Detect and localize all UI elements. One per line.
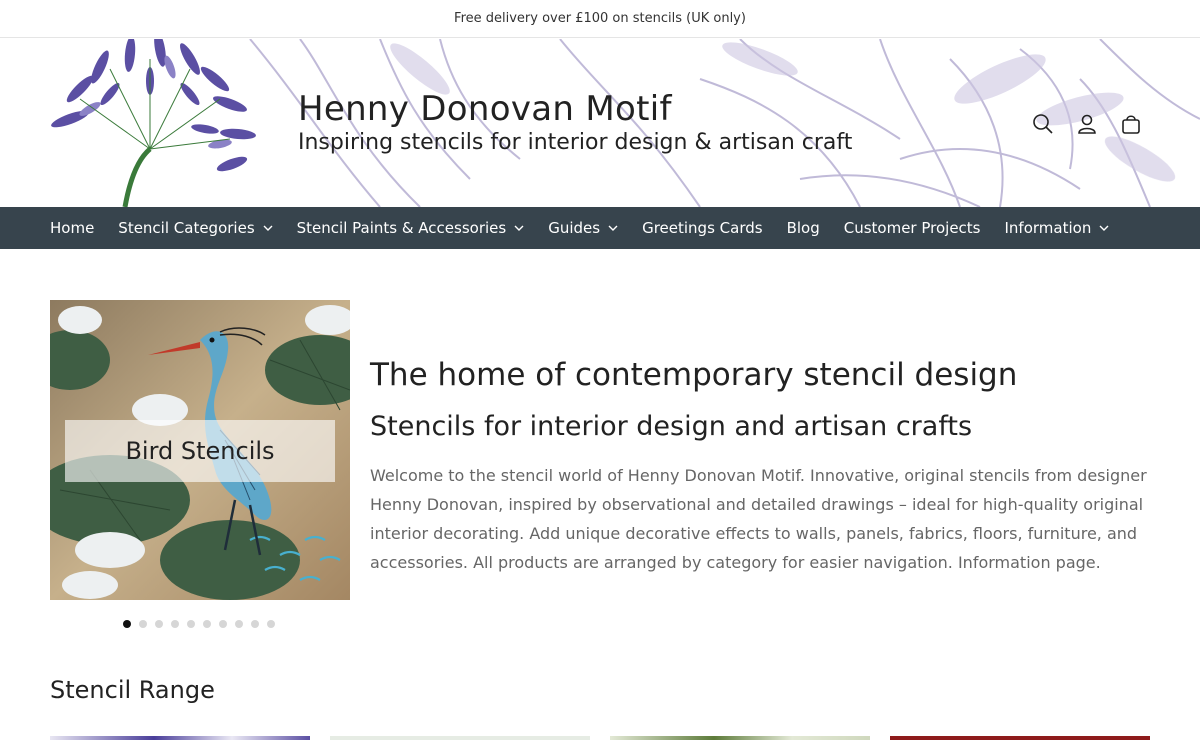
nav-item-stencil-categories[interactable]: Stencil Categories bbox=[118, 219, 273, 237]
site-title[interactable]: Henny Donovan Motif bbox=[298, 89, 852, 129]
hero-slideshow[interactable]: Bird Stencils bbox=[50, 300, 350, 600]
slide-dot-8[interactable] bbox=[235, 620, 243, 628]
nav-item-information[interactable]: Information bbox=[1005, 219, 1110, 237]
nav-label: Information bbox=[1004, 219, 1092, 237]
search-icon[interactable] bbox=[1030, 111, 1056, 137]
chevron-down-icon bbox=[1099, 225, 1109, 231]
logo-flower bbox=[51, 39, 256, 207]
slide-dot-10[interactable] bbox=[267, 620, 275, 628]
site-tagline: Inspiring stencils for interior design &… bbox=[298, 130, 853, 155]
nav-item-guides[interactable]: Guides bbox=[548, 219, 618, 237]
cart-icon[interactable] bbox=[1118, 111, 1144, 137]
dropdown-shadow-remnant bbox=[440, 249, 1040, 255]
nav-label: Stencil Categories bbox=[118, 219, 255, 237]
brand[interactable]: Henny Donovan Motif Inspiring stencils f… bbox=[298, 89, 852, 157]
stencil-range-heading: Stencil Range bbox=[50, 676, 215, 704]
slideshow-dots bbox=[123, 620, 275, 628]
intro-body: Welcome to the stencil world of Henny Do… bbox=[370, 466, 1147, 572]
stencil-range-grid bbox=[50, 736, 1150, 740]
slide-dot-4[interactable] bbox=[171, 620, 179, 628]
chevron-down-icon bbox=[263, 225, 273, 231]
intro-subheading: Stencils for interior design and artisan… bbox=[370, 411, 973, 442]
site-header: Henny Donovan Motif Inspiring stencils f… bbox=[0, 39, 1200, 207]
chevron-down-icon bbox=[608, 225, 618, 231]
slide-dot-7[interactable] bbox=[219, 620, 227, 628]
range-card-4[interactable] bbox=[890, 736, 1150, 740]
announcement-text: Free delivery over £100 on stencils (UK … bbox=[454, 11, 746, 26]
nav-label: Home bbox=[50, 219, 95, 237]
nav-item-stencil-paints[interactable]: Stencil Paints & Accessories bbox=[297, 219, 525, 237]
slide-dot-2[interactable] bbox=[139, 620, 147, 628]
nav-label: Blog bbox=[786, 219, 820, 237]
range-card-3[interactable] bbox=[610, 736, 870, 740]
nav-label: Customer Projects bbox=[843, 219, 981, 237]
nav-item-greetings-cards[interactable]: Greetings Cards bbox=[642, 219, 762, 237]
intro-heading: The home of contemporary stencil design bbox=[370, 357, 1018, 393]
range-card-1[interactable] bbox=[50, 736, 310, 740]
announcement-bar: Free delivery over £100 on stencils (UK … bbox=[0, 0, 1200, 38]
slide-dot-5[interactable] bbox=[187, 620, 195, 628]
nav-item-home[interactable]: Home bbox=[50, 219, 94, 237]
nav-item-customer-projects[interactable]: Customer Projects bbox=[844, 219, 981, 237]
header-icons bbox=[1030, 111, 1144, 137]
slide-dot-3[interactable] bbox=[155, 620, 163, 628]
slide-dot-1[interactable] bbox=[123, 620, 131, 628]
intro-section: The home of contemporary stencil design … bbox=[370, 354, 1160, 577]
nav-label: Guides bbox=[548, 219, 601, 237]
nav-item-blog[interactable]: Blog bbox=[787, 219, 820, 237]
nav-label: Greetings Cards bbox=[642, 219, 763, 237]
slide-dot-9[interactable] bbox=[251, 620, 259, 628]
slide-dot-6[interactable] bbox=[203, 620, 211, 628]
main-navigation: Home Stencil Categories Stencil Paints &… bbox=[0, 207, 1200, 249]
chevron-down-icon bbox=[514, 225, 524, 231]
nav-label: Stencil Paints & Accessories bbox=[296, 219, 507, 237]
account-icon[interactable] bbox=[1074, 111, 1100, 137]
slide-caption[interactable]: Bird Stencils bbox=[65, 420, 335, 482]
range-card-2[interactable] bbox=[330, 736, 590, 740]
